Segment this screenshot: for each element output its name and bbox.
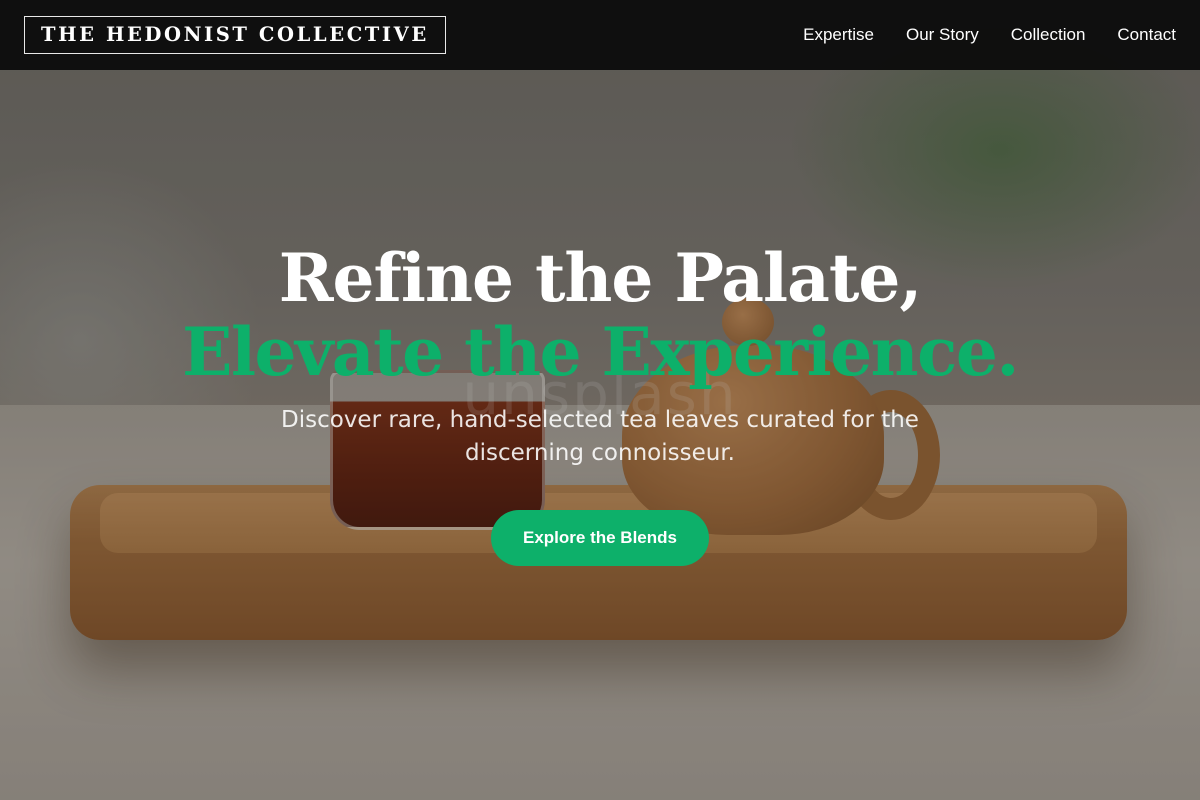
nav-links: Expertise Our Story Collection Contact bbox=[771, 25, 1176, 45]
headline-line-1: Refine the Palate, bbox=[278, 239, 923, 317]
nav-link-collection[interactable]: Collection bbox=[1011, 25, 1086, 45]
nav-link-our-story[interactable]: Our Story bbox=[906, 25, 979, 45]
explore-blends-button[interactable]: Explore the Blends bbox=[491, 510, 709, 566]
hero-section: Refine the Palate, Elevate the Experienc… bbox=[0, 240, 1200, 566]
nav-link-expertise[interactable]: Expertise bbox=[803, 25, 874, 45]
nav-link-contact[interactable]: Contact bbox=[1117, 25, 1176, 45]
hero-headline: Refine the Palate, Elevate the Experienc… bbox=[0, 240, 1200, 388]
navbar: THE HEDONIST COLLECTIVE Expertise Our St… bbox=[0, 0, 1200, 70]
headline-line-2-accent: Elevate the Experience. bbox=[182, 313, 1019, 391]
hero-subtitle: Discover rare, hand-selected tea leaves … bbox=[281, 407, 919, 466]
brand-logo[interactable]: THE HEDONIST COLLECTIVE bbox=[24, 16, 446, 54]
